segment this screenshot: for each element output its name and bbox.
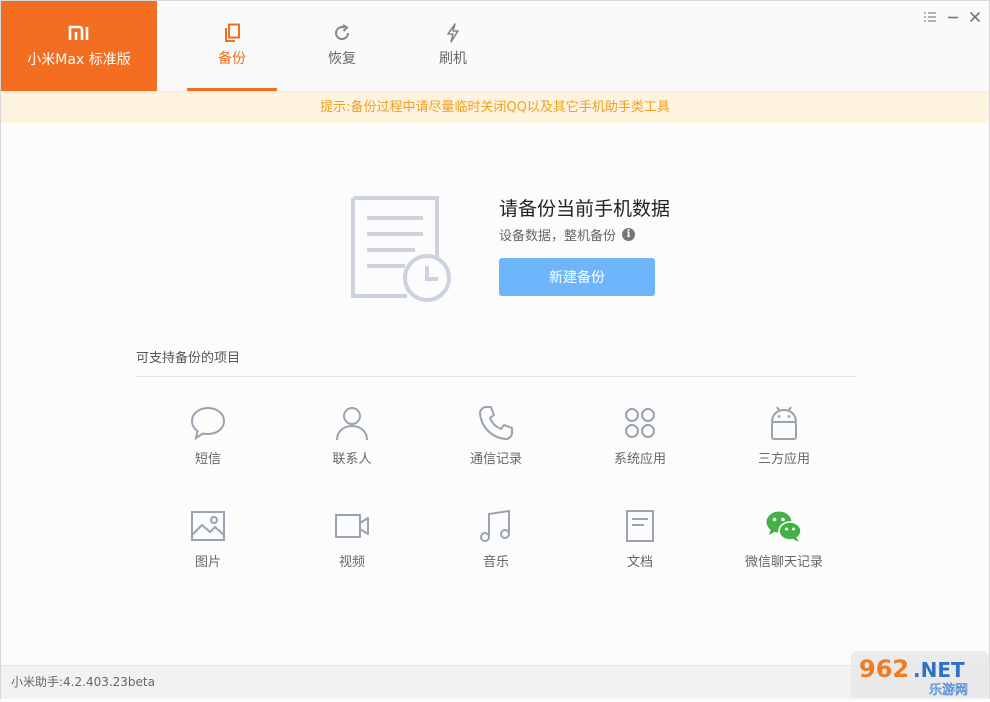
wechat-icon: [766, 511, 802, 542]
active-tab-indicator: [187, 88, 277, 91]
new-backup-button[interactable]: 新建备份: [499, 258, 655, 296]
item-label: 音乐: [482, 555, 509, 570]
document-icon: [626, 510, 654, 542]
item-label: 视频: [338, 555, 365, 570]
apps-grid-icon: [625, 408, 655, 438]
svg-text:962: 962: [859, 655, 909, 683]
item-label: 微信聊天记录: [744, 555, 823, 570]
item-call-log[interactable]: 通信记录: [424, 403, 568, 483]
item-documents[interactable]: 文档: [568, 506, 712, 586]
mi-logo-icon: [68, 25, 89, 40]
android-icon: [771, 406, 797, 440]
hero-subtitle-text: 设备数据，整机备份: [499, 229, 617, 244]
version-label: 小米助手:4.2.403.23beta: [11, 675, 155, 689]
refresh-icon: [335, 24, 350, 41]
backup-document-illustration: [349, 194, 455, 306]
video-icon: [335, 514, 369, 538]
device-model: 小米Max 标准版: [27, 52, 131, 68]
tab-backup-label: 备份: [218, 51, 246, 67]
tab-backup[interactable]: 备份: [187, 1, 277, 91]
minimize-button[interactable]: [944, 8, 962, 26]
copy-icon: [225, 23, 240, 42]
item-music[interactable]: 音乐: [424, 506, 568, 586]
hero-title: 请备份当前手机数据: [499, 198, 671, 220]
info-icon[interactable]: i: [622, 228, 636, 241]
minimize-icon: [948, 16, 958, 19]
tab-restore-label: 恢复: [328, 51, 356, 67]
music-icon: [480, 509, 510, 542]
close-icon: [969, 11, 981, 23]
item-label: 三方应用: [757, 452, 810, 467]
close-button[interactable]: [966, 8, 984, 26]
header: 小米Max 标准版 备份 恢复 刷机: [1, 1, 989, 92]
item-label: 文档: [626, 555, 653, 570]
item-label: 图片: [194, 555, 221, 570]
phone-icon: [479, 406, 513, 440]
sms-icon: [190, 406, 226, 441]
item-label: 系统应用: [613, 452, 666, 467]
notice-bar: 提示:备份过程中请尽量临时关闭QQ以及其它手机助手类工具: [1, 92, 989, 123]
supported-items-title: 可支持备份的项目: [136, 351, 241, 366]
document-history-icon: [351, 196, 451, 302]
mi-logo: [1, 25, 157, 45]
app-window: 小米Max 标准版 备份 恢复 刷机 提示:备份过程中请尽量临时关闭QQ以及其它…: [0, 0, 990, 699]
item-sms[interactable]: 短信: [136, 403, 280, 483]
status-bar: 小米助手:4.2.403.23beta: [1, 665, 989, 699]
lightning-icon: [447, 23, 459, 43]
item-label: 联系人: [332, 452, 372, 467]
item-label: 短信: [194, 452, 221, 467]
menu-icon: [924, 12, 936, 22]
tab-flash-label: 刷机: [439, 51, 467, 67]
watermark-logo: 962 .NET 乐游网: [851, 651, 989, 698]
item-system-apps[interactable]: 系统应用: [568, 403, 712, 483]
hero-subtitle: 设备数据，整机备份 i: [499, 225, 636, 244]
item-third-party-apps[interactable]: 三方应用: [712, 403, 856, 483]
tab-restore[interactable]: 恢复: [297, 1, 387, 91]
item-wechat-history[interactable]: 微信聊天记录: [712, 506, 856, 586]
section-divider: [136, 376, 856, 377]
item-label: 通信记录: [469, 452, 522, 467]
watermark-icon: 962 .NET 乐游网: [851, 651, 989, 698]
item-contacts[interactable]: 联系人: [280, 403, 424, 483]
menu-button[interactable]: [921, 8, 939, 26]
svg-text:.NET: .NET: [913, 658, 965, 682]
item-images[interactable]: 图片: [136, 506, 280, 586]
item-videos[interactable]: 视频: [280, 506, 424, 586]
tab-flash[interactable]: 刷机: [408, 1, 498, 91]
contact-icon: [336, 407, 368, 441]
brand-panel: 小米Max 标准版: [1, 1, 157, 91]
image-icon: [191, 511, 225, 541]
svg-text:乐游网: 乐游网: [929, 683, 968, 698]
